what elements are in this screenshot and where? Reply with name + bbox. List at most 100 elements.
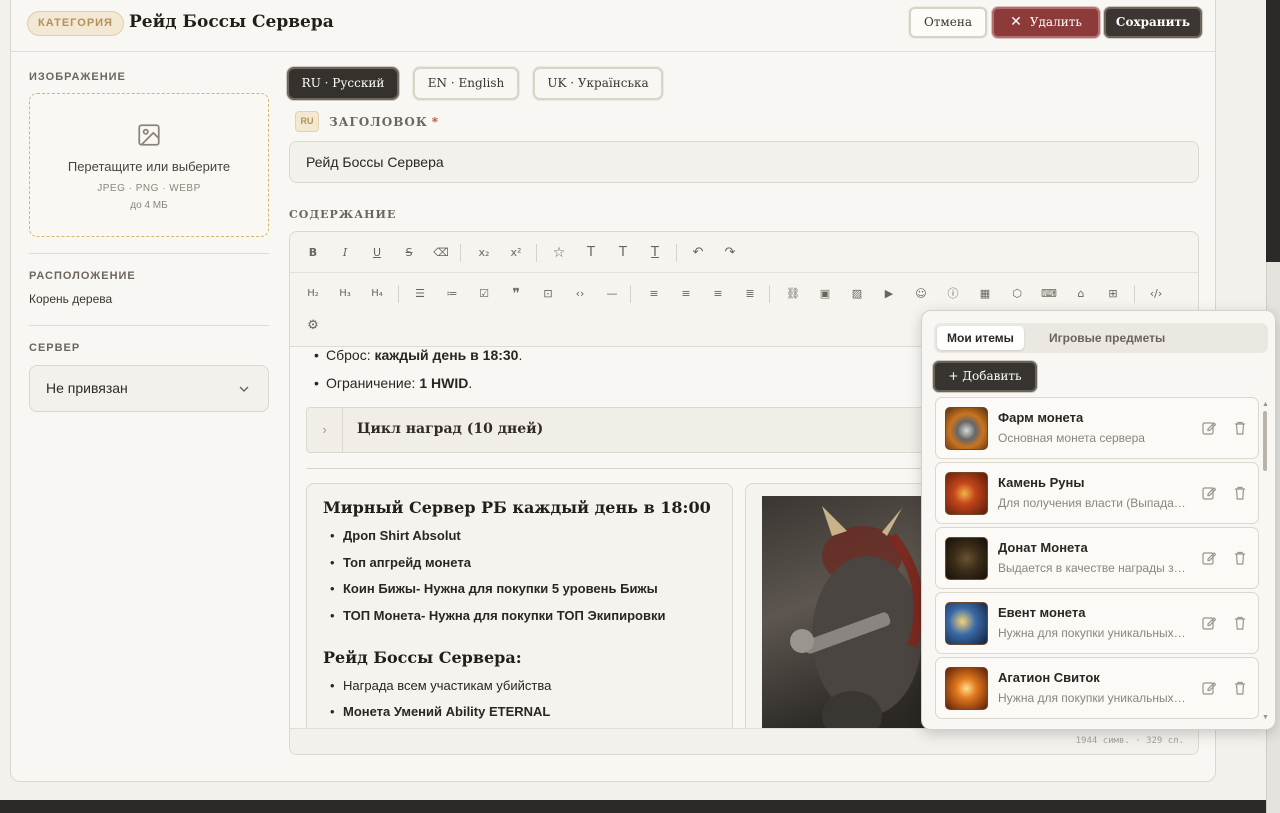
tab-lang-ru[interactable]: RU · Русский xyxy=(287,67,399,100)
toolbar-row-formatting: B I U S ⌫ x₂ x² ☆ T T T ↶ ↷ xyxy=(290,232,1198,273)
toolbar-separator xyxy=(676,244,677,262)
undo-icon[interactable]: ↶ xyxy=(689,244,707,262)
ordered-list-icon[interactable]: ≔ xyxy=(443,285,461,303)
trash-icon[interactable] xyxy=(1232,550,1248,566)
scrollbar-thumb[interactable] xyxy=(1263,411,1267,471)
trash-icon[interactable] xyxy=(1232,420,1248,436)
location-label: РАСПОЛОЖЕНИЕ xyxy=(29,270,136,282)
image-label: ИЗОБРАЖЕНИЕ xyxy=(29,71,126,83)
text-color-icon[interactable]: T xyxy=(614,244,632,262)
underline-icon[interactable]: U xyxy=(368,244,386,262)
cancel-button[interactable]: Отмена xyxy=(909,7,987,38)
table-icon[interactable]: ⊞ xyxy=(1104,285,1122,303)
align-left-icon[interactable]: ≡ xyxy=(645,285,663,303)
delete-label: Удалить xyxy=(1029,15,1082,29)
delete-button[interactable]: ✕ Удалить xyxy=(992,7,1100,38)
items-scrollbar[interactable]: ▲ ▼ xyxy=(1262,401,1269,721)
strikethrough-icon[interactable]: S xyxy=(400,244,418,262)
add-item-button[interactable]: + Добавить xyxy=(933,361,1037,392)
edit-icon[interactable] xyxy=(1201,420,1217,436)
list-item[interactable]: Донат Монета Выдается в качестве награды… xyxy=(935,527,1259,589)
heading2-icon[interactable]: H₂ xyxy=(304,285,322,303)
image-insert-icon[interactable]: ▣ xyxy=(816,285,834,303)
event-coin-icon xyxy=(945,602,988,645)
location-value: Корень дерева xyxy=(29,292,113,306)
list-item: Ограничение: 1 HWID. xyxy=(314,375,472,391)
quote-icon[interactable]: ❞ xyxy=(507,285,525,303)
video-icon[interactable]: ▶ xyxy=(880,285,898,303)
highlight-icon[interactable]: T xyxy=(646,244,664,262)
edit-icon[interactable] xyxy=(1201,485,1217,501)
text-style-icon[interactable]: T xyxy=(582,244,600,262)
edit-icon[interactable] xyxy=(1201,680,1217,696)
save-button[interactable]: Сохранить xyxy=(1104,7,1202,38)
task-list-icon[interactable]: ☑ xyxy=(475,285,493,303)
align-justify-icon[interactable]: ≣ xyxy=(741,285,759,303)
toolbar-separator xyxy=(630,285,631,303)
keyboard-icon[interactable]: ⌨ xyxy=(1040,285,1058,303)
clear-format-icon[interactable]: ⌫ xyxy=(432,244,450,262)
donate-coin-icon xyxy=(945,537,988,580)
code-block-icon[interactable]: ⊡ xyxy=(539,285,557,303)
source-code-icon[interactable]: ‹/› xyxy=(1147,285,1165,303)
info-icon[interactable]: ⓘ xyxy=(944,285,962,303)
emoji-icon[interactable]: ☺ xyxy=(912,285,930,303)
redo-icon[interactable]: ↷ xyxy=(721,244,739,262)
reset-prefix: Сброс: xyxy=(326,347,375,363)
subscript-icon[interactable]: x₂ xyxy=(475,244,493,262)
align-center-icon[interactable]: ≡ xyxy=(677,285,695,303)
list-item[interactable]: Евент монета Нужна для покупки уникальны… xyxy=(935,592,1259,654)
editor-stats: 1944 симв. · 329 сл. xyxy=(290,728,1198,754)
divider xyxy=(29,325,269,326)
dropzone-text: Перетащите или выберите xyxy=(67,159,231,174)
chevron-right-icon: › xyxy=(307,408,343,452)
category-badge: КАТЕГОРИЯ xyxy=(27,11,124,36)
image-dropzone[interactable]: Перетащите или выберите JPEG · PNG · WEB… xyxy=(29,93,269,237)
reset-value: каждый день в 18:30 xyxy=(374,347,519,363)
italic-icon[interactable]: I xyxy=(336,244,354,262)
accordion-title: Цикл наград (10 дней) xyxy=(357,421,544,437)
superscript-icon[interactable]: x² xyxy=(507,244,525,262)
cube-icon[interactable]: ⬡ xyxy=(1008,285,1026,303)
rewards-accordion[interactable]: › Цикл наград (10 дней) xyxy=(306,407,946,453)
tab-lang-uk[interactable]: UK · Українська xyxy=(533,67,663,100)
list-item[interactable]: Агатион Свиток Нужна для покупки уникаль… xyxy=(935,657,1259,719)
horizontal-rule-icon[interactable]: — xyxy=(603,285,621,303)
list-item: Топ апгрейд монета xyxy=(330,555,471,570)
link-icon[interactable]: ⛓ xyxy=(784,285,802,303)
trash-icon[interactable] xyxy=(1232,680,1248,696)
trash-icon[interactable] xyxy=(1232,485,1248,501)
trash-icon[interactable] xyxy=(1232,615,1248,631)
edit-icon[interactable] xyxy=(1201,550,1217,566)
bullet-list-icon[interactable]: ☰ xyxy=(411,285,429,303)
tab-my-items[interactable]: Мои итемы xyxy=(937,326,1024,350)
server-select[interactable]: Не привязан xyxy=(29,365,269,412)
tag-icon[interactable]: ⌂ xyxy=(1072,285,1090,303)
reset-suffix: . xyxy=(518,347,523,363)
edit-icon[interactable] xyxy=(1201,615,1217,631)
item-name: Донат Монета xyxy=(998,540,1088,555)
toolbar-separator xyxy=(460,244,461,262)
required-mark: * xyxy=(431,115,440,129)
scroll-down-icon[interactable]: ▼ xyxy=(1262,714,1269,721)
heading4-icon[interactable]: H₄ xyxy=(368,285,386,303)
lang-badge: RU xyxy=(295,111,319,132)
close-icon: ✕ xyxy=(1010,14,1022,30)
grid-icon[interactable]: ▦ xyxy=(976,285,994,303)
tab-game-items[interactable]: Игровые предметы xyxy=(1039,326,1175,350)
align-right-icon[interactable]: ≡ xyxy=(709,285,727,303)
list-item[interactable]: Камень Руны Для получения власти (Выпада… xyxy=(935,462,1259,524)
title-field-label: ЗАГОЛОВОК * xyxy=(329,115,439,129)
star-icon[interactable]: ☆ xyxy=(550,244,568,262)
tab-lang-en[interactable]: EN · English xyxy=(413,67,519,100)
list-item[interactable]: Фарм монета Основная монета сервера xyxy=(935,397,1259,459)
heading3-icon[interactable]: H₃ xyxy=(336,285,354,303)
toolbar-separator xyxy=(398,285,399,303)
list-item: Сброс: каждый день в 18:30. xyxy=(314,347,523,363)
gallery-icon[interactable]: ▨ xyxy=(848,285,866,303)
gear-icon[interactable]: ⚙ xyxy=(304,317,322,335)
bold-icon[interactable]: B xyxy=(304,244,322,262)
title-input[interactable]: Рейд Боссы Сервера xyxy=(289,141,1199,183)
code-icon[interactable]: ‹› xyxy=(571,285,589,303)
scroll-up-icon[interactable]: ▲ xyxy=(1262,401,1269,408)
